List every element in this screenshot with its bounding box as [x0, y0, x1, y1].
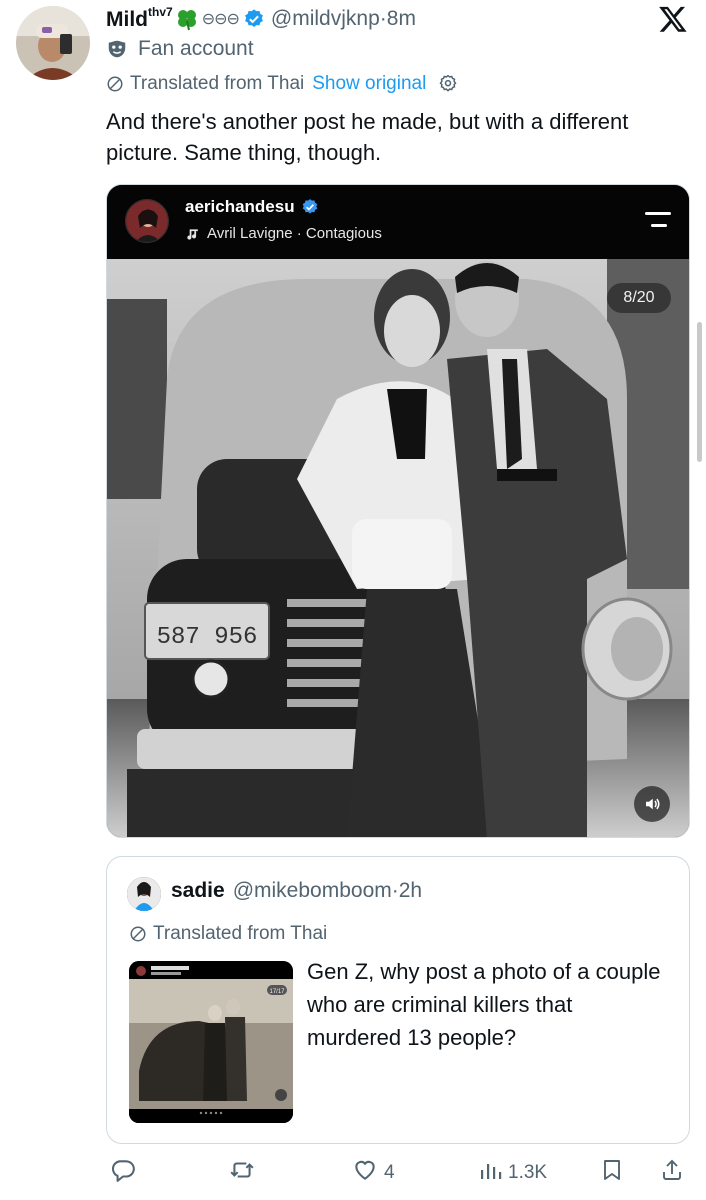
quoted-media-thumbnail: 17/17	[129, 961, 293, 1123]
tweet-time[interactable]: ·8m	[380, 7, 416, 31]
mask-icon	[106, 38, 128, 60]
gear-icon[interactable]	[438, 74, 458, 94]
ig-header: aerichandesu Avril Lavigne · Contagious	[107, 185, 689, 259]
license-plate-text: 587 956	[157, 624, 258, 651]
author-handle[interactable]: @mildvjknp	[271, 7, 380, 31]
quoted-name: sadie	[171, 879, 225, 902]
tweet-media[interactable]: aerichandesu Avril Lavigne · Contagious	[106, 184, 690, 838]
share-button[interactable]	[660, 1156, 684, 1190]
like-icon	[352, 1157, 378, 1189]
views-count: 1.3K	[508, 1162, 548, 1183]
scrollbar[interactable]	[697, 322, 702, 462]
quoted-text: Gen Z, why post a photo of a couple who …	[307, 959, 661, 1050]
ig-verified-icon	[301, 198, 319, 216]
tweet-header: Mildthv7 ⊖⊖⊖ @mildvjknp ·8m	[106, 4, 416, 34]
reply-icon	[110, 1157, 136, 1189]
globe-icon	[129, 925, 147, 943]
ig-username: aerichandesu	[185, 197, 319, 217]
quoted-time: ·2h	[391, 879, 423, 902]
quoted-avatar	[127, 877, 161, 911]
reply-button[interactable]	[110, 1156, 142, 1190]
slide-counter: 8/20	[607, 283, 671, 313]
views-button[interactable]: 1.3K	[478, 1156, 547, 1190]
retweet-icon	[228, 1157, 256, 1189]
bookmark-button[interactable]	[600, 1156, 624, 1190]
name-emoji-circles: ⊖⊖⊖	[201, 11, 240, 28]
quoted-thumb-counter: 17/17	[269, 989, 285, 995]
bookmark-icon	[600, 1157, 624, 1189]
like-count: 4	[384, 1162, 395, 1183]
fan-account-label: Fan account	[106, 37, 254, 61]
share-icon	[660, 1157, 684, 1189]
translated-text: Translated from Thai	[130, 73, 305, 94]
quoted-translation-row: Translated from Thai	[129, 923, 327, 945]
ig-avatar	[125, 199, 169, 243]
retweet-button[interactable]	[228, 1156, 262, 1190]
show-original-link[interactable]: Show original	[312, 73, 426, 95]
sound-icon[interactable]	[634, 786, 670, 822]
verified-icon	[243, 8, 265, 30]
ig-song: Avril Lavigne · Contagious	[185, 225, 382, 242]
views-icon	[478, 1157, 502, 1189]
display-name[interactable]: Mildthv7	[106, 4, 173, 32]
x-logo-icon[interactable]	[658, 4, 688, 34]
quoted-tweet[interactable]: sadie @mikebomboom ·2h Translated from T…	[106, 856, 690, 1144]
vintage-couple-photo: 587 956	[107, 259, 689, 837]
like-button[interactable]: 4	[352, 1156, 395, 1190]
name-superscript: thv7	[148, 4, 173, 19]
quoted-handle: @mikebomboom	[232, 879, 392, 902]
author-avatar[interactable]	[16, 6, 90, 80]
quoted-header: sadie @mikebomboom ·2h	[171, 879, 422, 903]
action-bar: 4 1.3K	[106, 1156, 690, 1190]
fan-account-text: Fan account	[138, 37, 254, 60]
tweet-text: And there's another post he made, but wi…	[106, 109, 629, 165]
music-note-icon	[185, 227, 199, 241]
translation-row: Translated from Thai Show original	[106, 73, 458, 95]
globe-icon	[106, 75, 124, 93]
menu-icon	[643, 209, 673, 231]
clover-icon	[175, 7, 199, 31]
